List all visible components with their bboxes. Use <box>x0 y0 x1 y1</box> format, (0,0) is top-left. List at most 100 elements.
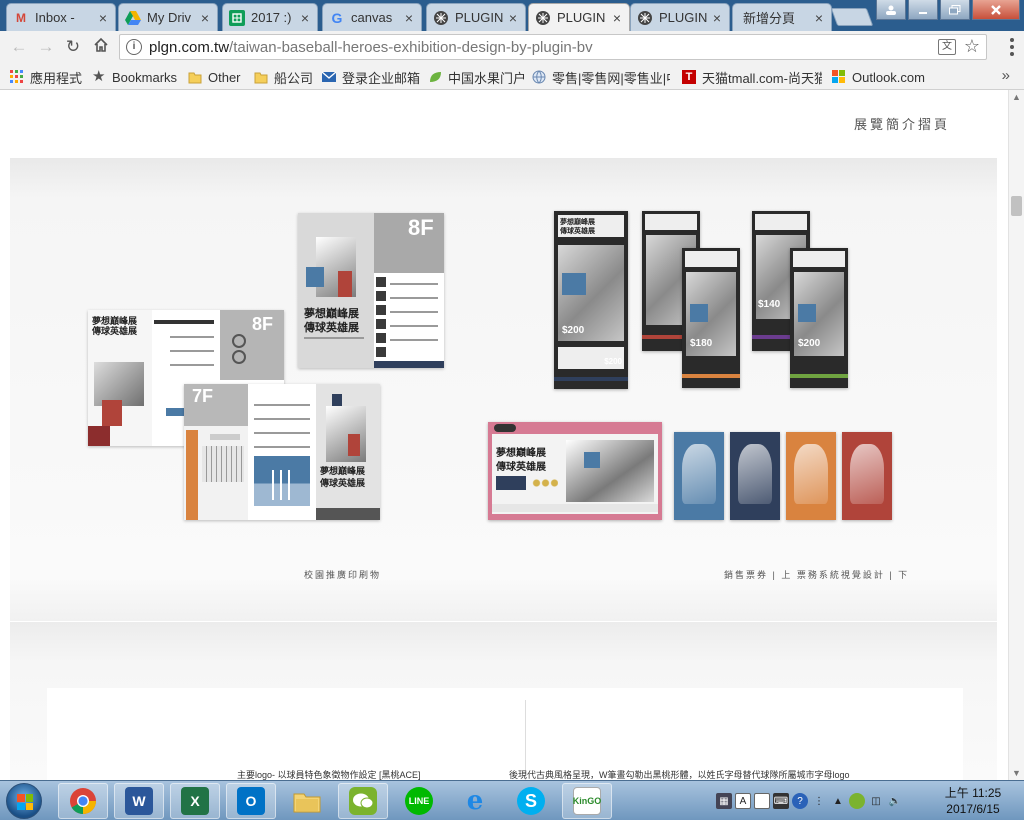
bookmark-other[interactable]: Other <box>188 67 241 87</box>
new-tab-button[interactable] <box>830 8 874 26</box>
scroll-up-arrow-icon[interactable]: ▲ <box>1012 92 1021 102</box>
tab-close-icon[interactable]: × <box>403 10 415 26</box>
url-host: plgn.com.tw <box>149 39 230 56</box>
scroll-down-arrow-icon[interactable]: ▼ <box>1012 768 1021 778</box>
bookmark-label: Bookmarks <box>112 69 178 85</box>
translate-icon[interactable]: 文 <box>938 39 956 55</box>
google-drive-icon <box>125 10 141 26</box>
tray-options-icon[interactable]: ⋮ <box>811 793 827 809</box>
tab-title: Inbox - <box>35 10 75 25</box>
bookmark-fruit-portal[interactable]: 中国水果门户 <box>428 67 526 87</box>
start-button[interactable] <box>6 783 42 819</box>
tab-new-tab[interactable]: 新增分頁 × <box>732 3 832 31</box>
player-card-red <box>842 432 892 520</box>
taskbar-internet-explorer[interactable]: e <box>450 783 500 819</box>
taskbar-wechat[interactable] <box>338 783 388 819</box>
tab-title: 新增分頁 <box>743 11 796 26</box>
tab-close-icon[interactable]: × <box>813 10 825 26</box>
google-sheets-icon <box>229 9 245 26</box>
gmail-icon: M <box>16 10 26 25</box>
address-bar[interactable]: i plgn.com.tw/taiwan-baseball-heroes-exh… <box>119 34 987 60</box>
brochure-subtitle: 傳球英雄展 <box>304 322 359 334</box>
reload-icon[interactable]: ↻ <box>63 37 83 57</box>
tab-sheets-2017[interactable]: 2017 :) × <box>222 3 318 31</box>
wechat-tray-icon[interactable] <box>849 793 865 809</box>
tab-inbox[interactable]: M Inbox - × <box>6 3 116 31</box>
bookmark-label: 登录企业邮箱 <box>342 70 421 86</box>
show-hidden-icons-icon[interactable]: ▲ <box>830 793 846 809</box>
scrollbar-thumb[interactable] <box>1011 196 1022 216</box>
ime-fullwidth-icon[interactable] <box>754 793 770 809</box>
taskbar-excel[interactable]: X <box>170 783 220 819</box>
language-bar-icon[interactable]: ▦ <box>716 793 732 809</box>
tab-title: PLUGIN <box>557 10 606 25</box>
page-scrollbar[interactable]: ▲ ▼ <box>1008 90 1024 780</box>
site-info-icon[interactable]: i <box>126 39 142 55</box>
tab-close-icon[interactable]: × <box>611 10 623 26</box>
tab-close-icon[interactable]: × <box>711 10 723 26</box>
taskbar-outlook[interactable]: O <box>226 783 276 819</box>
home-icon[interactable] <box>91 37 111 57</box>
restore-icon[interactable] <box>940 0 970 20</box>
minimize-icon[interactable] <box>908 0 938 20</box>
mail-site-icon <box>322 70 337 84</box>
network-icon[interactable]: ◫ <box>868 793 884 809</box>
volume-icon[interactable]: 🔈 <box>887 793 903 809</box>
brochure-subtitle: 傳球英雄展 <box>92 326 138 336</box>
back-arrow-icon[interactable]: ← <box>9 37 29 57</box>
tab-plugin-1[interactable]: PLUGIN × <box>426 3 526 31</box>
bookmark-shipping[interactable]: 船公司 <box>254 67 313 87</box>
tab-canvas[interactable]: G canvas × <box>322 3 422 31</box>
taskbar-skype[interactable]: S <box>506 783 556 819</box>
logo-panel: 主要logo- 以球員特色象徵物作設定 [黑桃ACE] 後現代古典風格呈現，W筆… <box>47 688 963 780</box>
forward-arrow-icon[interactable]: → <box>36 37 56 57</box>
clock-date: 2017/6/15 <box>946 802 1000 816</box>
ime-icon[interactable]: A <box>735 793 751 809</box>
player-card-orange <box>786 432 836 520</box>
tab-plugin-3[interactable]: PLUGIN × <box>630 3 730 31</box>
tab-close-icon[interactable]: × <box>97 10 109 26</box>
tab-close-icon[interactable]: × <box>299 10 311 26</box>
bookmark-outlook[interactable]: Outlook.com <box>832 67 925 87</box>
taskbar-kingo[interactable]: KinGO <box>562 783 612 819</box>
logo-description-right: 後現代古典風格呈現，W筆畫勾勒出黑桃形體，以姓氏字母替代球隊所屬城市字母logo <box>509 770 850 780</box>
more-bookmarks-button[interactable]: » <box>1002 67 1010 84</box>
bookmark-label: Outlook.com <box>852 69 925 85</box>
taskbar-explorer[interactable] <box>282 783 332 819</box>
player-card-blue <box>674 432 724 520</box>
bookmark-apps[interactable]: 應用程式 <box>10 67 82 87</box>
tab-title: My Driv <box>147 10 192 25</box>
ticket-price: $140 <box>758 299 781 310</box>
tab-my-drive[interactable]: My Driv × <box>118 3 218 31</box>
tab-title: PLUGIN <box>455 10 503 25</box>
user-profile-icon[interactable] <box>876 0 906 20</box>
taskbar-clock[interactable]: 上午 11:25 2017/6/15 <box>936 785 1010 817</box>
logo-section: 主要logo- 以球員特色象徵物作設定 [黑桃ACE] 後現代古典風格呈現，W筆… <box>10 622 997 780</box>
bookmark-bookmarks[interactable]: ★ Bookmarks <box>92 67 177 87</box>
bookmark-enterprise-mail[interactable]: 登录企业邮箱 <box>322 67 420 87</box>
bookmark-label: 中国水果门户 <box>448 70 527 86</box>
taskbar-line[interactable]: LINE <box>394 783 444 819</box>
plugin-site-icon <box>637 10 653 26</box>
taskbar-chrome[interactable] <box>58 783 108 819</box>
ticket-title: 夢想巔峰展 <box>496 448 546 459</box>
bookmark-retail[interactable]: 零售|零售网|零售业|中 <box>532 67 670 87</box>
tab-close-icon[interactable]: × <box>199 10 211 26</box>
bookmark-star-icon[interactable]: ☆ <box>964 36 980 57</box>
folder-icon <box>188 70 202 84</box>
word-icon: W <box>125 787 153 815</box>
taskbar-word[interactable]: W <box>114 783 164 819</box>
keyboard-icon[interactable]: ⌨ <box>773 793 789 809</box>
caption-ticketing-design: 銷售票券 | 上 票務系統視覺設計 | 下 <box>724 570 910 580</box>
ticket-tall-1: 夢想巔峰展 傳球英雄展 $200 $200 <box>554 211 628 389</box>
help-icon[interactable]: ? <box>792 793 808 809</box>
tab-close-icon[interactable]: × <box>507 10 519 26</box>
close-window-icon[interactable] <box>972 0 1020 20</box>
url-text: plgn.com.tw/taiwan-baseball-heroes-exhib… <box>149 39 593 56</box>
browser-menu-icon[interactable] <box>1010 38 1014 56</box>
line-icon: LINE <box>405 787 433 815</box>
ibon-ticket: 夢想巔峰展 傳球英雄展 <box>488 422 662 520</box>
bookmark-tmall[interactable]: T 天猫tmall.com-尚天猫 <box>682 67 822 87</box>
ticket-price: $200 <box>562 325 585 336</box>
tab-plugin-active[interactable]: PLUGIN × <box>528 3 630 31</box>
